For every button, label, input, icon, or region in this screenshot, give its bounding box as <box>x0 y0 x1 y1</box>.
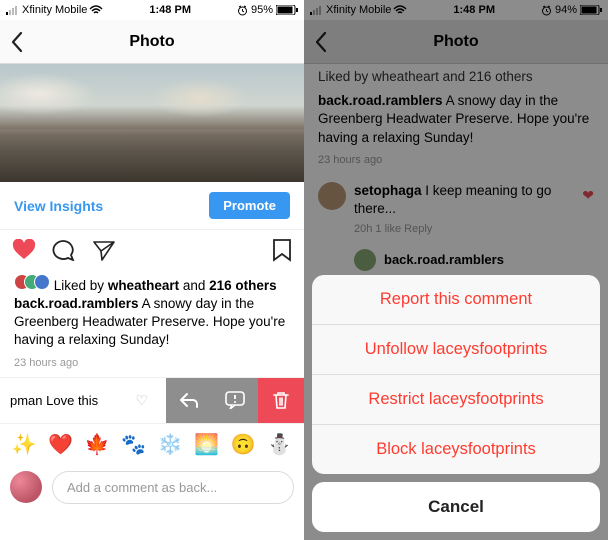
emoji-option[interactable]: ✨ <box>12 432 37 457</box>
restrict-option[interactable]: Restrict laceysfootprints <box>312 375 600 425</box>
nav-bar: Photo <box>0 20 304 64</box>
report-comment-option[interactable]: Report this comment <box>312 275 600 325</box>
emoji-option[interactable]: 🐾 <box>121 432 146 457</box>
warning-bubble-icon <box>224 391 246 409</box>
post-actions <box>0 230 304 270</box>
wifi-icon <box>89 5 103 15</box>
block-option[interactable]: Block laceysfootprints <box>312 425 600 474</box>
likes-prefix: Liked by <box>54 278 108 293</box>
view-insights-link[interactable]: View Insights <box>14 198 103 214</box>
caption-time: 23 hours ago <box>14 356 290 371</box>
screen-left: Xfinity Mobile 1:48 PM 95% Photo View In… <box>0 0 304 540</box>
likes-line[interactable]: Liked by wheatheart and 216 others <box>0 270 304 295</box>
reply-arrow-icon <box>179 391 199 409</box>
my-avatar[interactable] <box>10 471 42 503</box>
save-button[interactable] <box>272 238 292 262</box>
unfollow-option[interactable]: Unfollow laceysfootprints <box>312 325 600 375</box>
status-bar: Xfinity Mobile 1:48 PM 95% <box>0 0 304 20</box>
like-avatars <box>14 274 50 290</box>
likes-and: and <box>179 278 209 293</box>
swipe-reply-button[interactable] <box>166 378 212 423</box>
post-image[interactable] <box>0 64 304 182</box>
comment-like-icon[interactable]: ♡ <box>135 392 148 409</box>
battery-icon <box>276 5 298 15</box>
comment-user: pman <box>10 393 43 408</box>
comment-swipe-row: pman Love this ♡ <box>0 377 304 423</box>
likes-user: wheatheart <box>108 278 179 293</box>
insights-row: View Insights Promote <box>0 182 304 230</box>
post-caption: back.road.ramblers A snowy day in the Gr… <box>0 295 304 371</box>
emoji-option[interactable]: 🍁 <box>85 432 110 457</box>
bookmark-icon <box>272 238 292 262</box>
action-sheet-group: Report this comment Unfollow laceysfootp… <box>312 275 600 474</box>
carrier-label: Xfinity Mobile <box>22 4 87 16</box>
comment-button[interactable] <box>52 239 76 261</box>
swipe-report-button[interactable] <box>212 378 258 423</box>
trash-icon <box>272 390 290 410</box>
emoji-quick-row: ✨ ❤️ 🍁 🐾 ❄️ 🌅 🙃 ⛄ <box>0 423 304 465</box>
likes-count: 216 others <box>209 278 277 293</box>
battery-label: 95% <box>251 4 273 16</box>
back-button[interactable] <box>10 31 34 53</box>
emoji-option[interactable]: ⛄ <box>267 432 292 457</box>
comment-text: Love this <box>43 393 99 408</box>
alarm-icon <box>237 5 248 16</box>
emoji-option[interactable]: ❄️ <box>158 432 183 457</box>
speech-bubble-icon <box>52 239 76 261</box>
emoji-option[interactable]: 🌅 <box>194 432 219 457</box>
cancel-button[interactable]: Cancel <box>312 482 600 532</box>
comment-composer: Add a comment as back... <box>0 465 304 516</box>
comment-input[interactable]: Add a comment as back... <box>52 471 294 504</box>
emoji-option[interactable]: ❤️ <box>48 432 73 457</box>
caption-user[interactable]: back.road.ramblers <box>14 296 139 311</box>
chevron-left-icon <box>10 31 24 53</box>
emoji-option[interactable]: 🙃 <box>231 432 256 457</box>
share-button[interactable] <box>92 239 116 261</box>
paper-plane-icon <box>92 239 116 261</box>
like-button[interactable] <box>12 239 36 261</box>
action-sheet: Report this comment Unfollow laceysfootp… <box>312 275 600 532</box>
screen-right: Xfinity Mobile 1:48 PM 94% Photo Liked b… <box>304 0 608 540</box>
page-title: Photo <box>34 33 270 51</box>
promote-button[interactable]: Promote <box>209 192 290 219</box>
swipe-delete-button[interactable] <box>258 378 304 423</box>
signal-icon <box>6 5 20 15</box>
comment-item[interactable]: pman Love this ♡ <box>0 378 166 423</box>
status-time: 1:48 PM <box>103 4 237 16</box>
